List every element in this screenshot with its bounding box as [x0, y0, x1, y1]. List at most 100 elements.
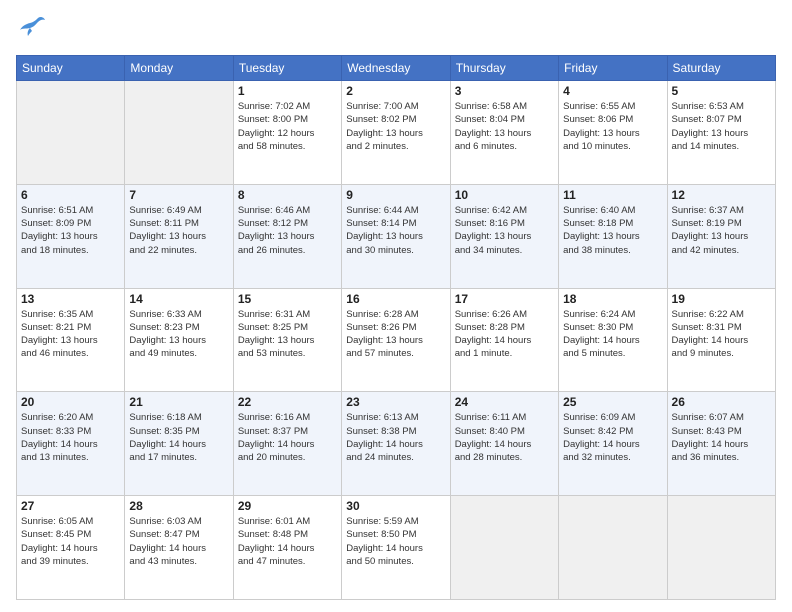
- day-number: 1: [238, 84, 337, 98]
- day-info: Sunrise: 6:55 AM Sunset: 8:06 PM Dayligh…: [563, 100, 662, 153]
- day-info: Sunrise: 6:46 AM Sunset: 8:12 PM Dayligh…: [238, 204, 337, 257]
- calendar-cell: 30 Sunrise: 5:59 AM Sunset: 8:50 PM Dayli…: [342, 496, 450, 600]
- day-number: 25: [563, 395, 662, 409]
- day-number: 29: [238, 499, 337, 513]
- calendar-week-1: 1 Sunrise: 7:02 AM Sunset: 8:00 PM Daylig…: [17, 81, 776, 185]
- day-number: 5: [672, 84, 771, 98]
- bird-icon: [18, 12, 46, 43]
- day-info: Sunrise: 6:42 AM Sunset: 8:16 PM Dayligh…: [455, 204, 554, 257]
- day-info: Sunrise: 7:02 AM Sunset: 8:00 PM Dayligh…: [238, 100, 337, 153]
- calendar-cell: 1 Sunrise: 7:02 AM Sunset: 8:00 PM Daylig…: [233, 81, 341, 185]
- day-number: 19: [672, 292, 771, 306]
- day-number: 8: [238, 188, 337, 202]
- calendar-cell: 10 Sunrise: 6:42 AM Sunset: 8:16 PM Dayli…: [450, 184, 558, 288]
- day-info: Sunrise: 7:00 AM Sunset: 8:02 PM Dayligh…: [346, 100, 445, 153]
- calendar-cell: 22 Sunrise: 6:16 AM Sunset: 8:37 PM Dayli…: [233, 392, 341, 496]
- day-info: Sunrise: 6:33 AM Sunset: 8:23 PM Dayligh…: [129, 308, 228, 361]
- day-number: 4: [563, 84, 662, 98]
- day-info: Sunrise: 6:49 AM Sunset: 8:11 PM Dayligh…: [129, 204, 228, 257]
- calendar-cell: 21Sunrise: 6:18 AM Sunset: 8:35 PM Dayli…: [125, 392, 233, 496]
- calendar-cell: 20 Sunrise: 6:20 AM Sunset: 8:33 PM Dayli…: [17, 392, 125, 496]
- calendar-cell: 7 Sunrise: 6:49 AM Sunset: 8:11 PM Daylig…: [125, 184, 233, 288]
- day-number: 27: [21, 499, 120, 513]
- calendar-cell: 16 Sunrise: 6:28 AM Sunset: 8:26 PM Dayli…: [342, 288, 450, 392]
- day-info: Sunrise: 6:22 AM Sunset: 8:31 PM Dayligh…: [672, 308, 771, 361]
- calendar-week-5: 27 Sunrise: 6:05 AM Sunset: 8:45 PM Dayli…: [17, 496, 776, 600]
- calendar-cell: 9 Sunrise: 6:44 AM Sunset: 8:14 PM Daylig…: [342, 184, 450, 288]
- page-header: [16, 12, 776, 47]
- day-info: Sunrise: 6:13 AM Sunset: 8:38 PM Dayligh…: [346, 411, 445, 464]
- calendar-cell: [667, 496, 775, 600]
- day-number: 6: [21, 188, 120, 202]
- day-info: Sunrise: 6:18 AM Sunset: 8:35 PM Dayligh…: [129, 411, 228, 464]
- day-info: Sunrise: 6:28 AM Sunset: 8:26 PM Dayligh…: [346, 308, 445, 361]
- calendar-cell: 8 Sunrise: 6:46 AM Sunset: 8:12 PM Daylig…: [233, 184, 341, 288]
- day-number: 30: [346, 499, 445, 513]
- calendar-cell: 12 Sunrise: 6:37 AM Sunset: 8:19 PM Dayli…: [667, 184, 775, 288]
- calendar-cell: 23 Sunrise: 6:13 AM Sunset: 8:38 PM Dayli…: [342, 392, 450, 496]
- day-number: 7: [129, 188, 228, 202]
- day-header-wednesday: Wednesday: [342, 56, 450, 81]
- day-number: 20: [21, 395, 120, 409]
- day-number: 11: [563, 188, 662, 202]
- day-info: Sunrise: 6:16 AM Sunset: 8:37 PM Dayligh…: [238, 411, 337, 464]
- calendar-cell: 27 Sunrise: 6:05 AM Sunset: 8:45 PM Dayli…: [17, 496, 125, 600]
- day-number: 13: [21, 292, 120, 306]
- calendar-cell: [125, 81, 233, 185]
- calendar-cell: 6Sunrise: 6:51 AM Sunset: 8:09 PM Daylig…: [17, 184, 125, 288]
- day-info: Sunrise: 6:37 AM Sunset: 8:19 PM Dayligh…: [672, 204, 771, 257]
- day-number: 22: [238, 395, 337, 409]
- calendar-cell: 28 Sunrise: 6:03 AM Sunset: 8:47 PM Dayli…: [125, 496, 233, 600]
- calendar-cell: [17, 81, 125, 185]
- day-header-tuesday: Tuesday: [233, 56, 341, 81]
- calendar-cell: 25Sunrise: 6:09 AM Sunset: 8:42 PM Dayli…: [559, 392, 667, 496]
- day-info: Sunrise: 6:03 AM Sunset: 8:47 PM Dayligh…: [129, 515, 228, 568]
- calendar-cell: 4 Sunrise: 6:55 AM Sunset: 8:06 PM Daylig…: [559, 81, 667, 185]
- day-number: 28: [129, 499, 228, 513]
- day-header-saturday: Saturday: [667, 56, 775, 81]
- day-info: Sunrise: 6:05 AM Sunset: 8:45 PM Dayligh…: [21, 515, 120, 568]
- day-info: Sunrise: 6:01 AM Sunset: 8:48 PM Dayligh…: [238, 515, 337, 568]
- day-number: 10: [455, 188, 554, 202]
- day-info: Sunrise: 6:35 AM Sunset: 8:21 PM Dayligh…: [21, 308, 120, 361]
- day-number: 12: [672, 188, 771, 202]
- day-number: 2: [346, 84, 445, 98]
- day-info: Sunrise: 6:53 AM Sunset: 8:07 PM Dayligh…: [672, 100, 771, 153]
- day-header-friday: Friday: [559, 56, 667, 81]
- day-info: Sunrise: 5:59 AM Sunset: 8:50 PM Dayligh…: [346, 515, 445, 568]
- calendar-cell: 26 Sunrise: 6:07 AM Sunset: 8:43 PM Dayli…: [667, 392, 775, 496]
- day-number: 16: [346, 292, 445, 306]
- day-number: 26: [672, 395, 771, 409]
- day-number: 23: [346, 395, 445, 409]
- day-number: 17: [455, 292, 554, 306]
- calendar-week-2: 6Sunrise: 6:51 AM Sunset: 8:09 PM Daylig…: [17, 184, 776, 288]
- day-number: 9: [346, 188, 445, 202]
- day-info: Sunrise: 6:07 AM Sunset: 8:43 PM Dayligh…: [672, 411, 771, 464]
- calendar-cell: [450, 496, 558, 600]
- day-info: Sunrise: 6:24 AM Sunset: 8:30 PM Dayligh…: [563, 308, 662, 361]
- day-header-thursday: Thursday: [450, 56, 558, 81]
- day-info: Sunrise: 6:40 AM Sunset: 8:18 PM Dayligh…: [563, 204, 662, 257]
- calendar-header-row: SundayMondayTuesdayWednesdayThursdayFrid…: [17, 56, 776, 81]
- calendar-cell: 11 Sunrise: 6:40 AM Sunset: 8:18 PM Dayli…: [559, 184, 667, 288]
- day-header-monday: Monday: [125, 56, 233, 81]
- day-info: Sunrise: 6:58 AM Sunset: 8:04 PM Dayligh…: [455, 100, 554, 153]
- calendar-cell: 3 Sunrise: 6:58 AM Sunset: 8:04 PM Daylig…: [450, 81, 558, 185]
- day-number: 15: [238, 292, 337, 306]
- calendar-cell: 2 Sunrise: 7:00 AM Sunset: 8:02 PM Daylig…: [342, 81, 450, 185]
- calendar-cell: 14 Sunrise: 6:33 AM Sunset: 8:23 PM Dayli…: [125, 288, 233, 392]
- day-info: Sunrise: 6:20 AM Sunset: 8:33 PM Dayligh…: [21, 411, 120, 464]
- calendar-week-3: 13 Sunrise: 6:35 AM Sunset: 8:21 PM Dayli…: [17, 288, 776, 392]
- day-info: Sunrise: 6:26 AM Sunset: 8:28 PM Dayligh…: [455, 308, 554, 361]
- day-number: 3: [455, 84, 554, 98]
- day-number: 14: [129, 292, 228, 306]
- day-info: Sunrise: 6:44 AM Sunset: 8:14 PM Dayligh…: [346, 204, 445, 257]
- day-info: Sunrise: 6:11 AM Sunset: 8:40 PM Dayligh…: [455, 411, 554, 464]
- calendar-table: SundayMondayTuesdayWednesdayThursdayFrid…: [16, 55, 776, 600]
- calendar-cell: [559, 496, 667, 600]
- calendar-cell: 5 Sunrise: 6:53 AM Sunset: 8:07 PM Daylig…: [667, 81, 775, 185]
- calendar-cell: 24 Sunrise: 6:11 AM Sunset: 8:40 PM Dayli…: [450, 392, 558, 496]
- day-number: 24: [455, 395, 554, 409]
- day-info: Sunrise: 6:31 AM Sunset: 8:25 PM Dayligh…: [238, 308, 337, 361]
- calendar-cell: 17 Sunrise: 6:26 AM Sunset: 8:28 PM Dayli…: [450, 288, 558, 392]
